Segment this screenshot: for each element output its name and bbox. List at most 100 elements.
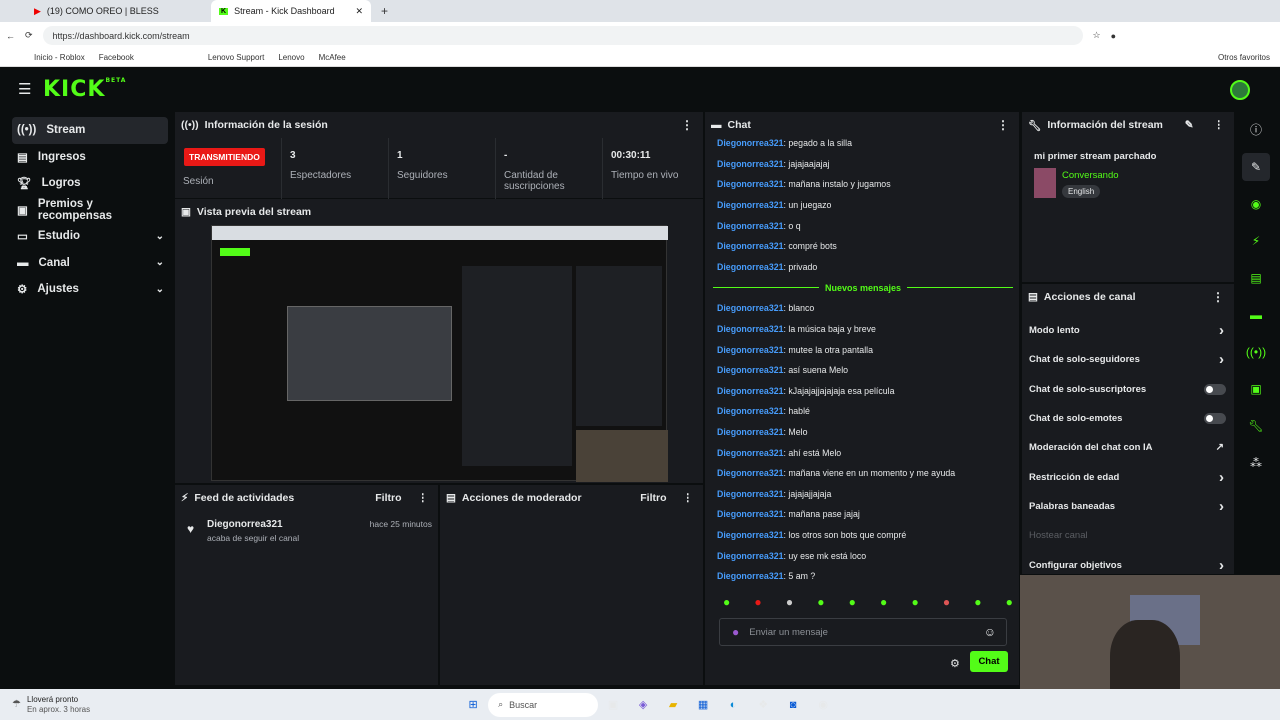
more-options-icon[interactable]: ⋮ <box>1212 290 1224 304</box>
list-icon[interactable]: ▤ <box>1242 264 1270 292</box>
microphone-icon[interactable]: ● <box>732 625 739 639</box>
sidebar-item-stream[interactable]: ((•)) Stream <box>12 117 168 144</box>
edge-icon[interactable]: ◐ <box>722 694 744 716</box>
channel-action-item[interactable]: Restricción de edad › <box>1022 462 1234 491</box>
edit-icon[interactable]: ✎ <box>1185 119 1194 131</box>
chat-username[interactable]: Diegonorrea321 <box>717 530 784 540</box>
url-field[interactable]: https://dashboard.kick.com/stream <box>42 26 1083 45</box>
taskbar-search[interactable]: ⌕ Buscar <box>488 692 599 717</box>
channel-action-item[interactable]: Chat de solo-emotes <box>1022 404 1234 433</box>
info-icon[interactable]: ⓘ <box>1242 115 1270 143</box>
chat-username[interactable]: Diegonorrea321 <box>717 509 784 519</box>
chat-input[interactable]: ● Enviar un mensaje ☺ <box>719 618 1007 646</box>
more-options-icon[interactable]: ⋮ <box>1214 119 1225 131</box>
emote-icon[interactable]: ● <box>911 595 918 609</box>
taskview-icon[interactable]: ▣ <box>602 694 624 716</box>
store-icon[interactable]: ▦ <box>692 694 714 716</box>
filter-button[interactable]: Filtro <box>375 492 401 504</box>
chat-username[interactable]: Diegonorrea321 <box>717 448 784 458</box>
chat-username[interactable]: Diegonorrea321 <box>717 551 784 561</box>
bookmark-item[interactable]: Lenovo Support <box>208 53 265 62</box>
chat-username[interactable]: Diegonorrea321 <box>717 365 784 375</box>
emote-icon[interactable]: ● <box>880 595 887 609</box>
bookmark-item[interactable]: McAfee <box>319 53 346 62</box>
obs-icon[interactable]: ◉ <box>812 694 834 716</box>
channel-action-item[interactable]: Modo lento › <box>1022 316 1234 345</box>
file-explorer-icon[interactable]: ▰ <box>662 694 684 716</box>
more-options-icon[interactable]: ⋮ <box>997 118 1009 132</box>
chat-username[interactable]: Diegonorrea321 <box>717 303 784 313</box>
emote-icon[interactable]: ● <box>1006 595 1013 609</box>
emote-icon[interactable]: ● <box>817 595 824 609</box>
close-tab-icon[interactable]: ✕ <box>355 6 363 17</box>
chat-username[interactable]: Diegonorrea321 <box>717 262 784 272</box>
copilot-icon[interactable]: ◈ <box>632 694 654 716</box>
chat-settings-icon[interactable]: ⚙ <box>950 657 960 670</box>
emoji-icon[interactable]: ☺ <box>984 625 996 639</box>
chat-username[interactable]: Diegonorrea321 <box>717 386 784 396</box>
chat-username[interactable]: Diegonorrea321 <box>717 159 784 169</box>
bolt-icon[interactable]: ⚡︎ <box>1242 227 1270 255</box>
wrench-icon[interactable]: 🔧︎ <box>1242 412 1270 440</box>
start-icon[interactable]: ⊞ <box>462 694 484 716</box>
emote-icon[interactable]: ● <box>943 595 950 609</box>
channel-action-item[interactable]: Palabras baneadas › <box>1022 492 1234 521</box>
kick-logo[interactable]: KICKBETA <box>43 77 126 102</box>
toggle-switch[interactable] <box>1204 383 1226 395</box>
dropbox-icon[interactable]: ❖ <box>752 694 774 716</box>
sidebar-item-ajustes[interactable]: ⚙ Ajustes ⌄ <box>12 276 168 303</box>
browser-tab-kick[interactable]: K Stream - Kick Dashboard ✕ <box>211 0 371 22</box>
more-options-icon[interactable]: ⋮ <box>418 492 429 504</box>
channel-action-item[interactable]: Chat de solo-seguidores › <box>1022 345 1234 374</box>
emote-icon[interactable]: ● <box>849 595 856 609</box>
chat-username[interactable]: Diegonorrea321 <box>717 489 784 499</box>
sidebar-item-premios[interactable]: ▣ Premios y recompensas <box>12 197 168 224</box>
category-name[interactable]: Conversando <box>1062 170 1119 181</box>
chat-username[interactable]: Diegonorrea321 <box>717 345 784 355</box>
emote-icon[interactable]: ● <box>974 595 981 609</box>
edit-icon[interactable]: ✎ <box>1242 153 1270 181</box>
emote-icon[interactable]: ● <box>723 595 730 609</box>
camera-icon[interactable]: ◉ <box>1242 190 1270 218</box>
chat-username[interactable]: Diegonorrea321 <box>717 427 784 437</box>
more-options-icon[interactable]: ⋮ <box>681 118 693 132</box>
weather-icon[interactable]: ☂ <box>12 699 21 710</box>
toggle-switch[interactable] <box>1204 413 1226 425</box>
chat-username[interactable]: Diegonorrea321 <box>717 406 784 416</box>
filter-button[interactable]: Filtro <box>640 492 666 504</box>
chat-username[interactable]: Diegonorrea321 <box>717 241 784 251</box>
bookmark-item[interactable]: Inicio - Roblox <box>34 53 85 62</box>
more-options-icon[interactable]: ⋮ <box>683 492 694 504</box>
chat-username[interactable]: Diegonorrea321 <box>717 571 784 581</box>
emote-icon[interactable]: ● <box>754 595 761 609</box>
sidebar-item-logros[interactable]: 🏆︎ Logros <box>12 170 168 197</box>
channel-action-item[interactable]: Moderación del chat con IA ↗ <box>1022 433 1234 462</box>
refresh-icon[interactable]: ⟳ <box>25 30 33 41</box>
chat-username[interactable]: Diegonorrea321 <box>717 179 784 189</box>
stream-preview-video[interactable] <box>211 225 668 482</box>
mod-icon[interactable]: ▣ <box>1242 375 1270 403</box>
browser-tab-youtube[interactable]: ▶ (19) COMO OREO | BLESS <box>26 0 211 22</box>
sidebar-item-ingresos[interactable]: ▤ Ingresos <box>12 144 168 171</box>
sidebar-item-canal[interactable]: ▬ Canal ⌄ <box>12 250 168 277</box>
chat-username[interactable]: Diegonorrea321 <box>717 138 784 148</box>
bookmark-item[interactable]: Facebook <box>99 53 134 62</box>
chat-send-button[interactable]: Chat <box>970 651 1008 672</box>
profile-icon[interactable]: ● <box>1111 31 1116 41</box>
chat-icon[interactable]: ▬ <box>1242 301 1270 329</box>
broadcast-icon[interactable]: ((•)) <box>1242 338 1270 366</box>
back-icon[interactable]: ← <box>6 31 15 41</box>
bookmark-item[interactable]: Lenovo <box>278 53 304 62</box>
chat-username[interactable]: Diegonorrea321 <box>717 324 784 334</box>
chat-username[interactable]: Diegonorrea321 <box>717 221 784 231</box>
chat-username[interactable]: Diegonorrea321 <box>717 468 784 478</box>
emote-icon[interactable]: ● <box>786 595 793 609</box>
activity-user[interactable]: Diegonorrea321 <box>207 519 283 530</box>
sidebar-item-estudio[interactable]: ▭ Estudio ⌄ <box>12 223 168 250</box>
new-tab-icon[interactable]: + <box>381 4 388 18</box>
outlook-icon[interactable]: ◙ <box>782 694 804 716</box>
connect-icon[interactable]: ⁂ <box>1242 449 1270 477</box>
avatar[interactable] <box>1230 80 1250 100</box>
other-favorites[interactable]: Otros favoritos <box>1218 53 1270 62</box>
channel-action-item[interactable]: Chat de solo-suscriptores <box>1022 375 1234 404</box>
